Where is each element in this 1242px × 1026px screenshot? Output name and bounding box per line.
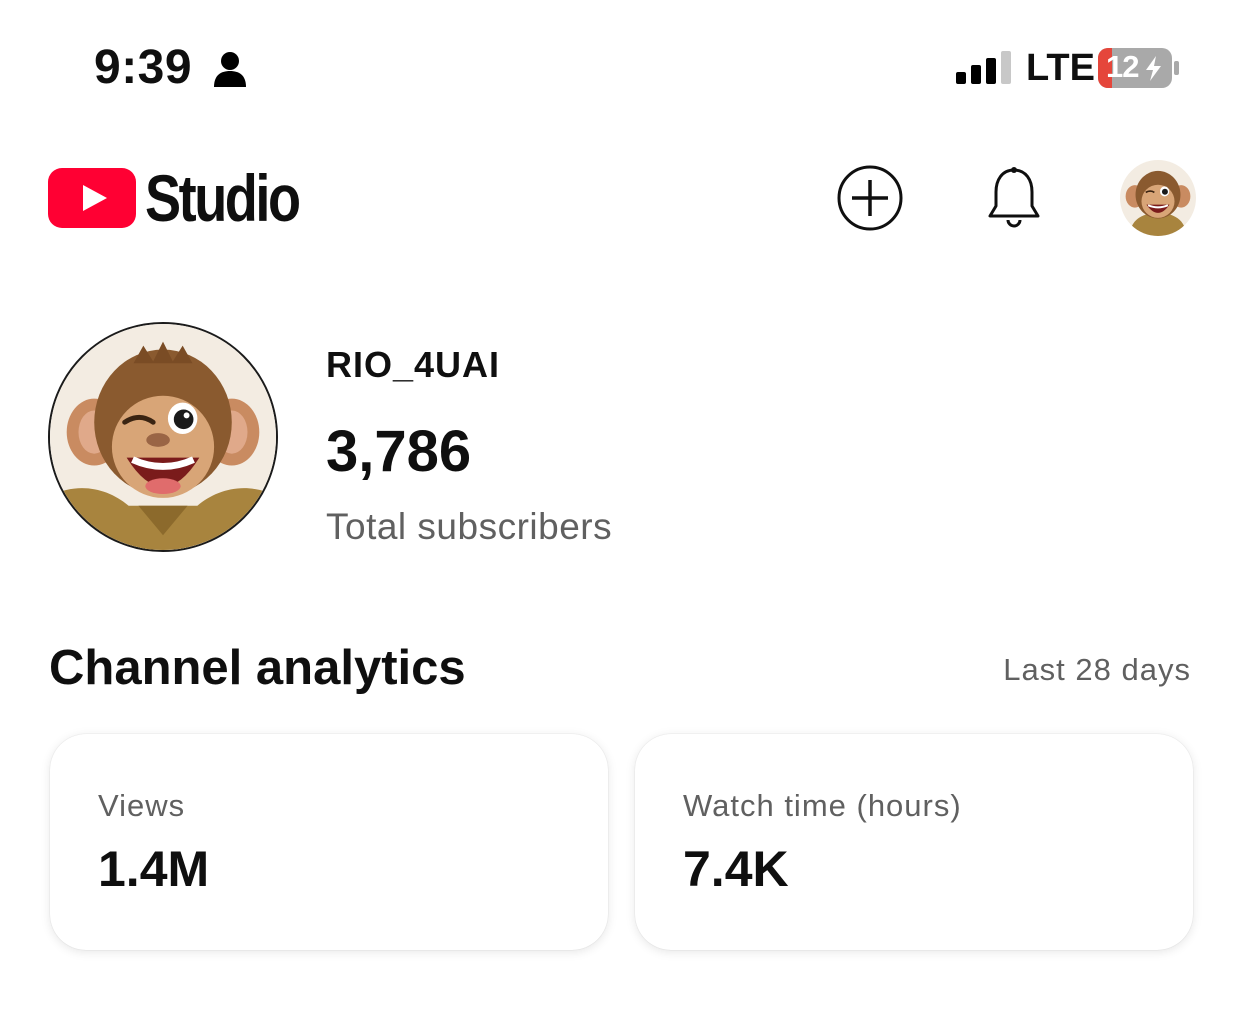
views-label: Views: [98, 788, 186, 823]
network-type: LTE: [1026, 47, 1095, 89]
views-card[interactable]: Views 1.4M: [50, 734, 608, 950]
create-plus-icon[interactable]: [836, 164, 904, 232]
monkey-avatar-icon: [1120, 160, 1196, 236]
status-time: 9:39: [94, 41, 193, 94]
battery-level: 12: [1106, 49, 1139, 84]
person-icon: [214, 52, 246, 87]
analytics-title: Channel analytics: [49, 641, 466, 695]
monkey-avatar-icon: [50, 324, 276, 550]
subscriber-label: Total subscribers: [326, 506, 613, 547]
watch-time-label: Watch time (hours): [683, 788, 962, 823]
analytics-period: Last 28 days: [1003, 652, 1191, 687]
app-title: Studio: [145, 161, 301, 235]
channel-avatar[interactable]: [48, 322, 278, 552]
views-value: 1.4M: [98, 841, 210, 897]
account-avatar[interactable]: [1120, 160, 1196, 236]
notifications-bell-icon[interactable]: [984, 164, 1044, 232]
channel-name: RIO_4UAI: [326, 344, 501, 385]
cellular-signal-icon: [956, 51, 1011, 84]
watch-time-value: 7.4K: [683, 841, 789, 897]
subscriber-count: 3,786: [326, 419, 472, 484]
status-bar: 9:39 LTE 12: [0, 0, 1242, 130]
youtube-logo-icon[interactable]: [48, 168, 136, 228]
watch-time-card[interactable]: Watch time (hours) 7.4K: [635, 734, 1193, 950]
